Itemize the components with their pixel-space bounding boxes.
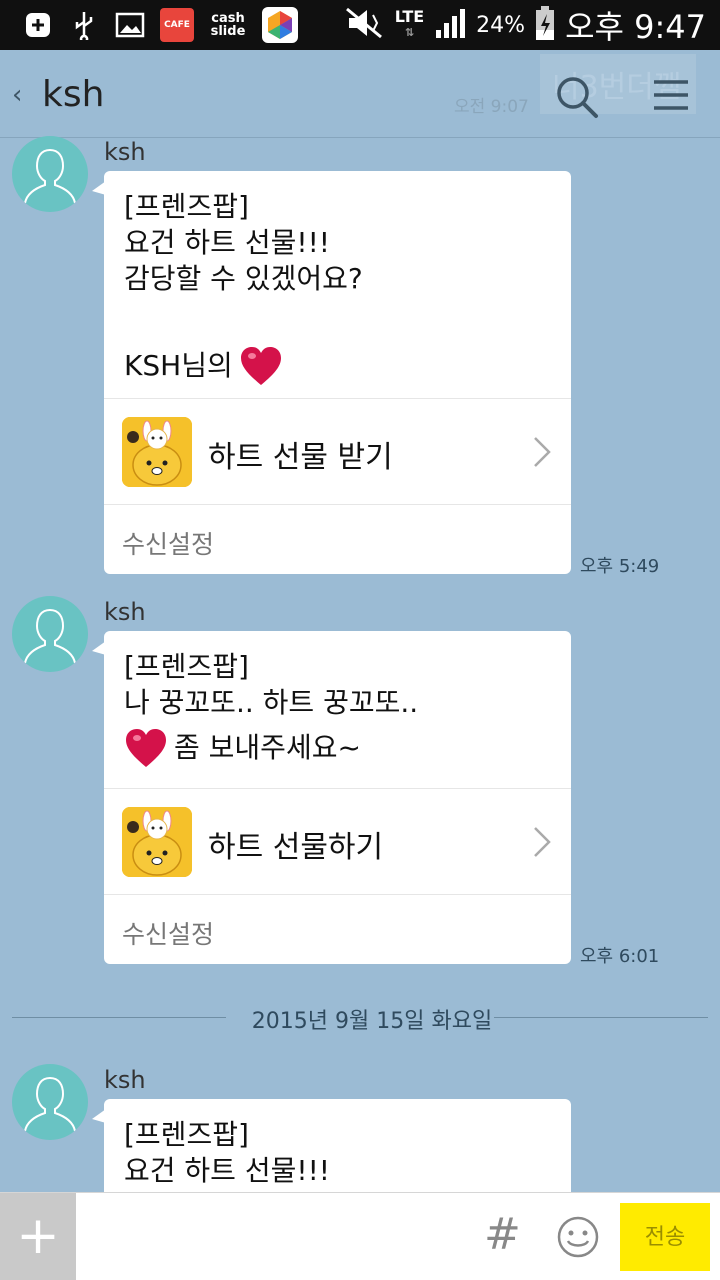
message-time: 오후 6:01	[580, 946, 660, 967]
chevron-right-icon	[532, 435, 552, 469]
background-message-time: 오전 9:07	[454, 97, 529, 117]
divider-line	[494, 1017, 708, 1018]
message-bubble: [프렌즈팝] 요건 하트 선물!!!	[92, 1099, 571, 1192]
message-input[interactable]	[86, 1207, 466, 1267]
receive-heart-button[interactable]: 하트 선물 받기	[104, 398, 571, 505]
hexagon-app-icon	[262, 7, 298, 43]
battery-percent: 24%	[476, 12, 526, 38]
search-icon[interactable]	[554, 74, 600, 120]
add-notification-icon	[22, 9, 54, 41]
cashslide-app-icon: cash slide	[210, 11, 246, 39]
action-label: 하트 선물 받기	[208, 440, 393, 475]
message-line: KSH님의	[124, 345, 551, 387]
divider-line	[12, 1017, 226, 1018]
back-button[interactable]: ‹	[12, 80, 22, 110]
sender-name: ksh	[104, 1066, 146, 1094]
notification-settings-link[interactable]: 수신설정	[122, 525, 214, 561]
mute-icon	[345, 7, 385, 43]
message-text: [프렌즈팝] 나 꿍꼬또.. 하트 꿍꼬또.. 좀 보내주세요~	[104, 631, 571, 769]
emoticon-icon[interactable]	[556, 1215, 600, 1259]
message-line	[124, 297, 551, 333]
message-line: 나 꿍꼬또.. 하트 꿍꼬또..	[124, 686, 419, 719]
message-line-text: KSH님의	[124, 349, 233, 382]
ryan-character-icon	[122, 417, 192, 487]
message-text: [프렌즈팝] 요건 하트 선물!!!	[104, 1099, 571, 1189]
avatar[interactable]	[12, 136, 88, 212]
cafe-app-icon: CAFE	[160, 8, 194, 42]
message-line: 요건 하트 선물!!!	[124, 226, 331, 259]
message-line: [프렌즈팝]	[124, 190, 249, 223]
message-line: [프렌즈팝]	[124, 1118, 249, 1151]
heart-icon	[239, 345, 283, 387]
message-line: 좀 보내주세요~	[124, 727, 551, 769]
send-heart-button[interactable]: 하트 선물하기	[104, 788, 571, 895]
message-line: 감당할 수 있겠어요?	[124, 262, 363, 295]
status-bar: CAFE cash slide LTE ⇅ 24% 오후 9:47	[0, 0, 720, 50]
action-label: 하트 선물하기	[208, 830, 384, 865]
signal-icon	[434, 8, 466, 42]
message-line-text: 좀 보내주세요~	[174, 731, 361, 764]
message-line: 요건 하트 선물!!!	[124, 1154, 331, 1187]
lte-indicator: LTE ⇅	[394, 7, 425, 40]
send-button[interactable]: 전송	[620, 1203, 710, 1271]
ryan-character-icon	[122, 807, 192, 877]
heart-icon	[124, 727, 168, 769]
message-bubble: [프렌즈팝] 나 꿍꼬또.. 하트 꿍꼬또.. 좀 보내주세요~ 하트 선물하기…	[92, 631, 571, 964]
message-text: [프렌즈팝] 요건 하트 선물!!! 감당할 수 있겠어요? KSH님의	[104, 171, 571, 387]
sender-name: ksh	[104, 598, 146, 626]
usb-icon	[68, 9, 100, 41]
avatar[interactable]	[12, 596, 88, 672]
battery-charging-icon	[535, 6, 555, 44]
notification-settings-link[interactable]: 수신설정	[122, 915, 214, 951]
avatar[interactable]	[12, 1064, 88, 1140]
chat-header: ‹ ksh 너3번더깸 오전 9:07	[0, 50, 720, 138]
message-line: [프렌즈팝]	[124, 650, 249, 683]
status-clock: 오후 9:47	[565, 8, 706, 46]
message-bubble: [프렌즈팝] 요건 하트 선물!!! 감당할 수 있겠어요? KSH님의 하트 …	[92, 171, 571, 574]
message-time: 오후 5:49	[580, 556, 660, 577]
date-label: 2015년 9월 15일 화요일	[251, 1009, 493, 1034]
hashtag-button[interactable]: #	[484, 1209, 521, 1260]
gallery-icon	[114, 9, 146, 41]
sender-name: ksh	[104, 138, 146, 166]
date-divider: 2015년 9월 15일 화요일	[12, 1003, 708, 1034]
menu-icon[interactable]	[652, 78, 690, 112]
input-bar: + # 전송	[0, 1192, 720, 1280]
attach-plus-button[interactable]: +	[0, 1193, 76, 1280]
chevron-right-icon	[532, 825, 552, 859]
chat-title: ksh	[42, 74, 105, 115]
